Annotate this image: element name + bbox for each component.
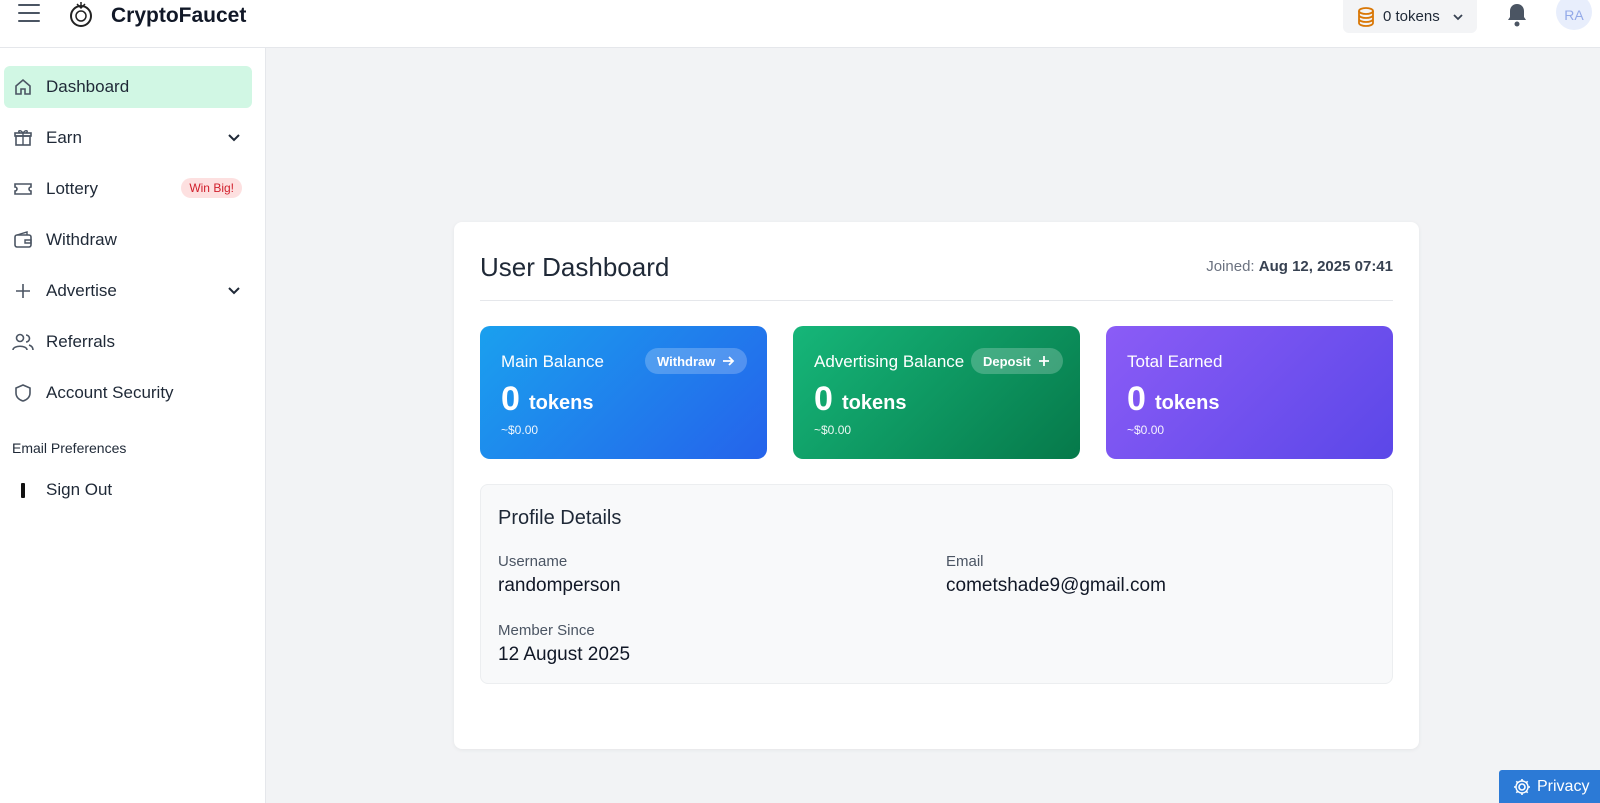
main-balance-value: 0: [501, 380, 520, 418]
gift-icon: [12, 127, 34, 149]
advertising-balance-value: 0: [814, 380, 833, 418]
plus-icon: [1038, 356, 1049, 366]
deposit-button[interactable]: Deposit: [971, 348, 1063, 374]
bell-icon[interactable]: [1505, 2, 1529, 28]
sign-out-button[interactable]: Sign Out: [4, 469, 252, 511]
plus-icon: [12, 280, 34, 302]
sidebar-item-referrals[interactable]: Referrals: [4, 321, 252, 363]
email-preferences-link[interactable]: Email Preferences: [12, 440, 126, 456]
avatar[interactable]: RA: [1556, 0, 1592, 30]
home-icon: [12, 76, 34, 98]
username-value: randomperson: [498, 575, 621, 596]
profile-details-panel: Profile Details Username randomperson Em…: [480, 484, 1393, 684]
chevron-down-icon: [1453, 13, 1463, 20]
email-label: Email: [946, 553, 984, 570]
main-balance-unit: tokens: [529, 392, 594, 414]
total-earned-card: Total Earned 0 tokens ~$0.00: [1106, 326, 1393, 459]
total-earned-value: 0: [1127, 380, 1146, 418]
member-since-label: Member Since: [498, 622, 595, 639]
page-title: User Dashboard: [480, 252, 670, 282]
sidebar-item-label: Withdraw: [46, 230, 117, 249]
main-balance-usd: ~$0.00: [501, 423, 539, 437]
profile-details-title: Profile Details: [498, 507, 622, 529]
joined-label: Joined:: [1206, 258, 1255, 275]
token-pill-label: 0 tokens: [1383, 8, 1440, 25]
sign-out-icon: [12, 479, 34, 501]
sidebar-item-advertise[interactable]: Advertise: [4, 270, 252, 312]
sidebar-item-label: Account Security: [46, 383, 174, 402]
coins-icon: [1358, 6, 1374, 27]
win-big-badge: Win Big!: [181, 178, 242, 198]
sidebar-item-earn[interactable]: Earn: [4, 117, 252, 159]
sidebar-item-label: Advertise: [46, 281, 117, 300]
arrow-right-icon: [723, 356, 735, 366]
advertising-balance-usd: ~$0.00: [814, 423, 852, 437]
sidebar-item-label: Lottery: [46, 179, 98, 198]
hamburger-menu-icon[interactable]: [18, 4, 40, 24]
withdraw-button[interactable]: Withdraw: [645, 348, 748, 374]
deposit-button-label: Deposit: [983, 353, 1031, 369]
joined-value: Aug 12, 2025 07:41: [1258, 258, 1393, 275]
sidebar: Dashboard Earn Lottery Win Big! Withdraw…: [0, 48, 266, 803]
total-earned-usd: ~$0.00: [1127, 423, 1165, 437]
users-icon: [12, 331, 34, 353]
main-balance-card: Main Balance Withdraw 0 tokens ~$0.00: [480, 326, 767, 459]
sidebar-item-dashboard[interactable]: Dashboard: [4, 66, 252, 108]
chevron-down-icon: [228, 287, 240, 295]
top-header: CryptoFaucet 0 tokens RA: [0, 0, 1600, 48]
joined-date: Joined: Aug 12, 2025 07:41: [1206, 258, 1393, 275]
member-since-value: 12 August 2025: [498, 644, 631, 665]
main-balance-label: Main Balance: [501, 352, 605, 371]
divider: [480, 300, 1393, 301]
sidebar-item-withdraw[interactable]: Withdraw: [4, 219, 252, 261]
logo-icon[interactable]: [68, 0, 94, 30]
advertising-balance-unit: tokens: [842, 392, 907, 414]
sign-out-label: Sign Out: [46, 480, 113, 499]
token-balance-dropdown[interactable]: 0 tokens: [1343, 0, 1477, 33]
withdraw-button-label: Withdraw: [657, 353, 716, 369]
sidebar-item-label: Referrals: [46, 332, 115, 351]
sidebar-item-label: Dashboard: [46, 77, 130, 96]
username-label: Username: [498, 553, 568, 570]
ticket-icon: [12, 178, 34, 200]
sidebar-item-account-security[interactable]: Account Security: [4, 372, 252, 414]
sidebar-item-lottery[interactable]: Lottery Win Big!: [4, 168, 252, 210]
chevron-down-icon: [228, 134, 240, 142]
advertising-balance-card: Advertising Balance Deposit 0 tokens ~$0…: [793, 326, 1080, 459]
user-dashboard-card: User Dashboard Joined: Aug 12, 2025 07:4…: [454, 222, 1419, 749]
brand-name[interactable]: CryptoFaucet: [111, 4, 246, 28]
total-earned-unit: tokens: [1155, 392, 1220, 414]
shield-icon: [12, 382, 34, 404]
privacy-label: Privacy: [1537, 777, 1590, 795]
advertising-balance-label: Advertising Balance: [814, 352, 965, 371]
gear-icon: [1514, 778, 1530, 795]
sidebar-item-label: Earn: [46, 128, 82, 147]
total-earned-label: Total Earned: [1127, 352, 1223, 371]
email-value: cometshade9@gmail.com: [946, 575, 1166, 596]
wallet-icon: [12, 229, 34, 251]
privacy-button[interactable]: Privacy: [1499, 770, 1600, 803]
